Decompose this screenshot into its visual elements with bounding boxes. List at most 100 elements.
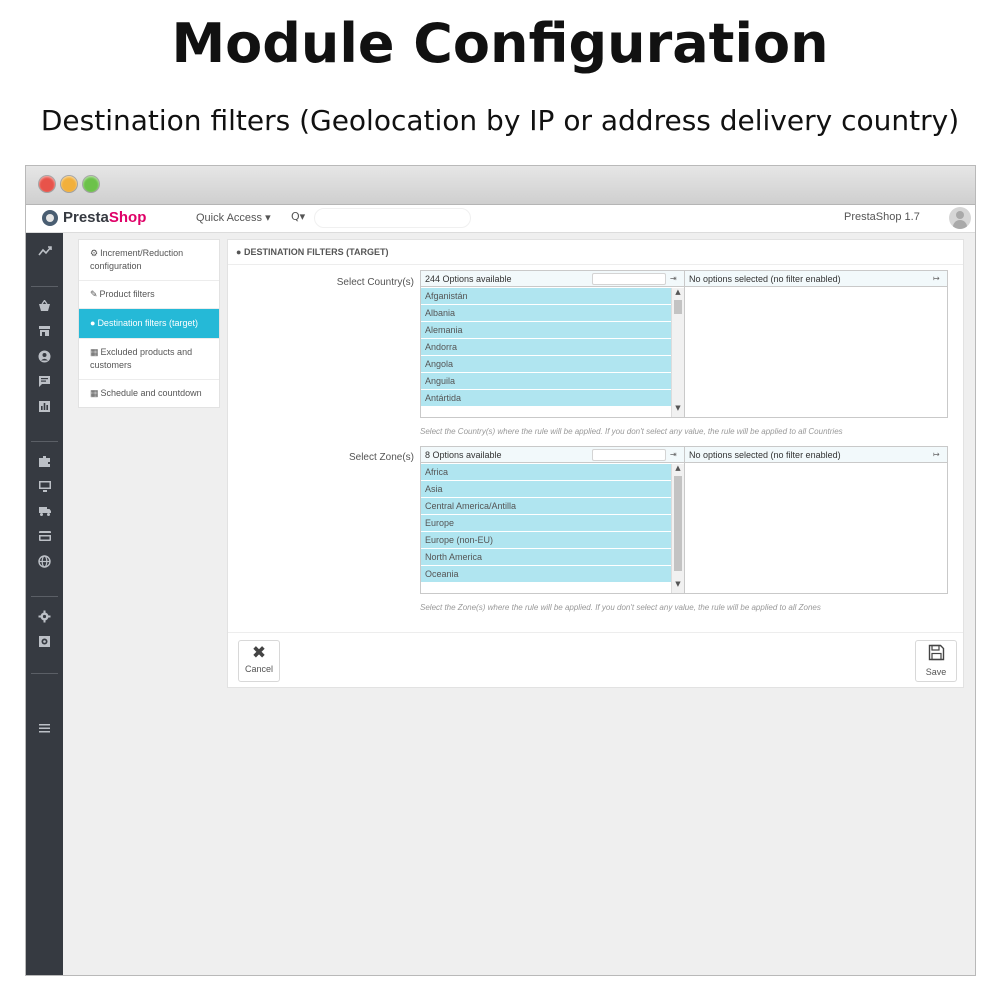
list-item[interactable]: Alemania [421, 322, 671, 339]
gears-icon: ⚙ [90, 248, 99, 258]
payment-icon[interactable] [26, 530, 63, 546]
scroll-down-icon[interactable]: ▼ [672, 580, 684, 588]
country-selected-list: No options selected (no filter enabled) … [684, 270, 948, 418]
list-item[interactable]: Anguila [421, 373, 671, 390]
country-selected-count: No options selected (no filter enabled) [689, 274, 841, 284]
basket-icon[interactable] [26, 299, 63, 316]
prestashop-logo-icon [42, 209, 58, 226]
hero-subtitle: Destination filters (Geolocation by IP o… [40, 104, 960, 137]
search-input[interactable] [314, 208, 471, 228]
tab-increment-reduction[interactable]: ⚙ Increment/Reduction configuration [79, 240, 219, 281]
store-icon[interactable] [26, 325, 63, 341]
tab-label: Product filters [99, 289, 155, 299]
menu-hamburger-icon[interactable] [26, 723, 63, 737]
country-search-input[interactable] [592, 273, 666, 285]
remove-all-countries-icon[interactable]: ↦ [933, 271, 940, 287]
panel-heading: ● DESTINATION FILTERS (TARGET) [236, 247, 388, 257]
add-all-countries-icon[interactable]: ⇥ [670, 271, 677, 287]
list-item[interactable]: North America [421, 549, 671, 566]
country-help-text: Select the Country(s) where the rule wil… [420, 427, 843, 436]
destination-filters-panel: ● DESTINATION FILTERS (TARGET) Select Co… [227, 239, 964, 688]
calendar-icon: ▦ [90, 347, 99, 357]
config-tabs-menu: ⚙ Increment/Reduction configuration ✎ Prod… [78, 239, 220, 408]
settings-gear-icon[interactable] [26, 610, 63, 627]
calendar-icon: ▦ [90, 388, 99, 398]
tab-label: Increment/Reduction configuration [90, 248, 184, 271]
zone-selected-count: No options selected (no filter enabled) [689, 450, 841, 460]
maximize-window-button[interactable] [83, 176, 99, 192]
zone-available-count: 8 Options available [425, 450, 502, 460]
minimize-window-button[interactable] [61, 176, 77, 192]
add-all-zones-icon[interactable]: ⇥ [670, 447, 677, 463]
list-item[interactable]: Afganistán [421, 288, 671, 305]
scroll-down-icon[interactable]: ▼ [672, 404, 684, 412]
close-window-button[interactable] [39, 176, 55, 192]
edit-icon: ✎ [90, 289, 98, 299]
scroll-thumb[interactable] [674, 476, 682, 571]
advanced-parameters-icon[interactable] [26, 635, 63, 652]
list-item[interactable]: Oceania [421, 566, 671, 583]
admin-topbar: PrestaShop Quick Access ▾ Q▾ PrestaShop … [26, 205, 975, 233]
list-item[interactable]: Andorra [421, 339, 671, 356]
logo-text: PrestaShop [63, 209, 147, 226]
save-icon [916, 644, 956, 665]
tab-excluded-products[interactable]: ▦ Excluded products and customers [79, 339, 219, 380]
country-scrollbar[interactable]: ▲ ▼ [671, 288, 684, 417]
country-selected-header: No options selected (no filter enabled) [685, 271, 947, 287]
list-item[interactable]: Europe (non-EU) [421, 532, 671, 549]
save-button[interactable]: Save [915, 640, 957, 682]
country-select-label: Select Country(s) [336, 277, 414, 288]
zone-selected-header: No options selected (no filter enabled) [685, 447, 947, 463]
search-icon[interactable]: Q▾ [291, 210, 305, 223]
tab-schedule-countdown[interactable]: ▦ Schedule and countdown [79, 380, 219, 407]
dashboard-trend-icon[interactable] [26, 245, 63, 261]
save-label: Save [925, 667, 947, 677]
zone-help-text: Select the Zone(s) where the rule will b… [420, 603, 821, 612]
stats-icon[interactable] [26, 400, 63, 417]
zone-select-label: Select Zone(s) [348, 452, 414, 463]
globe-icon: ● [236, 247, 242, 257]
avatar[interactable] [949, 207, 971, 229]
quick-access-dropdown[interactable]: Quick Access ▾ [196, 211, 271, 224]
modules-icon[interactable] [26, 455, 63, 472]
country-available-count: 244 Options available [425, 274, 512, 284]
scroll-up-icon[interactable]: ▲ [672, 464, 684, 472]
tab-label: Schedule and countdown [100, 388, 202, 398]
country-available-list: 244 Options available ⇥ Afganistán Alban… [420, 270, 685, 418]
close-icon: ✖ [251, 643, 267, 662]
cancel-label: Cancel [244, 664, 273, 674]
tab-product-filters[interactable]: ✎ Product filters [79, 281, 219, 309]
list-item[interactable]: Angola [421, 356, 671, 373]
tab-label: Destination filters (target) [97, 318, 198, 328]
tab-label: Excluded products and customers [90, 347, 193, 370]
scroll-up-icon[interactable]: ▲ [672, 288, 684, 296]
zone-search-input[interactable] [592, 449, 666, 461]
zone-scrollbar[interactable]: ▲ ▼ [671, 464, 684, 593]
design-icon[interactable] [26, 480, 63, 497]
scroll-thumb[interactable] [674, 300, 682, 314]
list-item[interactable]: Africa [421, 464, 671, 481]
zone-options: Africa Asia Central America/Antilla Euro… [421, 464, 671, 583]
list-item[interactable]: Albania [421, 305, 671, 322]
list-item[interactable]: Asia [421, 481, 671, 498]
list-item[interactable]: Europe [421, 515, 671, 532]
browser-window: PrestaShop Quick Access ▾ Q▾ PrestaShop … [25, 165, 976, 976]
globe-icon: ● [90, 318, 96, 328]
messages-icon[interactable] [26, 375, 63, 392]
list-item[interactable]: Central America/Antilla [421, 498, 671, 515]
cancel-button[interactable]: ✖ Cancel [238, 640, 280, 682]
list-item[interactable]: Antártida [421, 390, 671, 407]
prestashop-logo[interactable]: PrestaShop [42, 209, 146, 226]
international-globe-icon[interactable] [26, 555, 63, 572]
hero-title: Module Configuration [171, 12, 829, 75]
version-label: PrestaShop 1.7 [844, 211, 920, 223]
country-options: Afganistán Albania Alemania Andorra Ango… [421, 288, 671, 407]
zone-available-list: 8 Options available ⇥ Africa Asia Centra… [420, 446, 685, 594]
panel-heading-text: DESTINATION FILTERS (TARGET) [243, 247, 389, 257]
tab-destination-filters[interactable]: ● Destination filters (target) [79, 309, 219, 339]
zone-selected-list: No options selected (no filter enabled) … [684, 446, 948, 594]
customer-icon[interactable] [26, 350, 63, 367]
shipping-icon[interactable] [26, 505, 63, 521]
admin-sidebar [26, 233, 63, 975]
remove-all-zones-icon[interactable]: ↦ [933, 447, 940, 463]
